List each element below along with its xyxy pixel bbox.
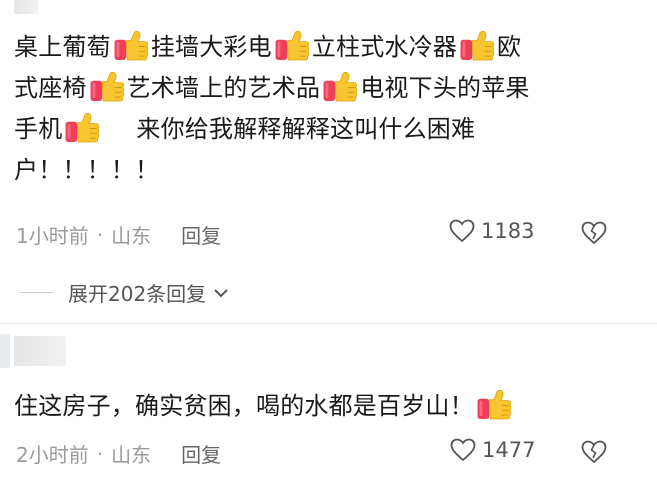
comment-time: 1小时前 — [16, 224, 89, 248]
like-button[interactable]: 1183 — [449, 219, 534, 243]
thumbs-up-icon — [460, 31, 495, 61]
comment-text: 桌上葡萄 挂墙大彩电 立柱式水冷器欧 式座椅 艺术墙上的艺术品 电视下头的苹果 手机 来你… — [14, 27, 644, 191]
avatar-blurred — [14, 0, 38, 14]
comment-location: 山东 — [111, 443, 152, 467]
thumbs-up-icon — [113, 31, 149, 61]
comment-meta: 2小时前 · 山东 回复 — [16, 439, 221, 468]
expand-replies-label: 展开202条回复 — [68, 282, 207, 306]
comment-line-1: 桌上葡萄 挂墙大彩电 立柱式水冷器欧 — [14, 31, 522, 61]
meta-separator: · — [96, 441, 104, 466]
thumbs-up-icon — [274, 31, 310, 61]
like-count: 1183 — [481, 219, 535, 243]
expand-line — [20, 292, 54, 293]
meta-separator: · — [96, 222, 104, 247]
comment-text: 住这房子，确实贫困，喝的水都是百岁山！ — [14, 386, 514, 427]
avatar-blurred — [0, 334, 10, 368]
thumbs-up-icon — [65, 113, 100, 143]
comment-meta: 1小时前 · 山东 回复 — [16, 220, 221, 249]
chevron-down-icon — [214, 288, 228, 297]
like-count: 1477 — [482, 438, 536, 462]
thumbs-up-icon — [89, 72, 124, 102]
expand-replies-button[interactable]: 展开202条回复 — [20, 278, 230, 307]
comment-line-2: 式座椅 艺术墙上的艺术品 电视下头的苹果 — [14, 72, 530, 102]
heart-outline-icon — [449, 219, 475, 243]
avatar-blurred — [14, 336, 66, 366]
comment-divider — [0, 323, 657, 324]
thumbs-up-icon — [323, 72, 358, 102]
broken-heart-icon[interactable] — [581, 440, 607, 464]
reply-button[interactable]: 回复 — [181, 220, 221, 249]
comment-location: 山东 — [111, 224, 152, 248]
broken-heart-icon[interactable] — [581, 221, 607, 245]
comment-time: 2小时前 — [16, 443, 89, 467]
comment-line-3: 手机 来你给我解释解释这叫什么困难 — [14, 113, 476, 143]
like-button[interactable]: 1477 — [450, 438, 535, 462]
reply-button[interactable]: 回复 — [181, 439, 221, 468]
heart-outline-icon — [450, 438, 476, 462]
comment-line-4: 户！！！！！ — [14, 156, 160, 184]
thumbs-up-icon — [476, 390, 512, 420]
